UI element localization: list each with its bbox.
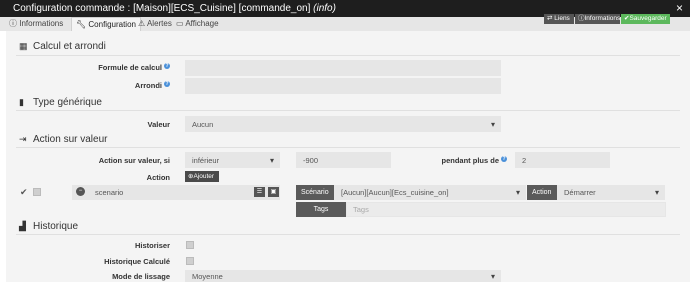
help-icon[interactable]: ? [164,63,170,69]
link-icon: ⇄ [547,15,553,22]
action-si-label: Action sur valeur, si [98,156,170,165]
valeur-select[interactable]: Aucun [185,116,501,132]
chart-icon: ▟ [19,221,26,231]
tab-label: Alertes [146,19,172,28]
help-icon[interactable]: ? [164,81,170,87]
display-icon: ▭ [176,19,184,28]
duration-input[interactable]: 2 [515,152,610,168]
tab-configuration[interactable]: 🔧︎ Configuration [71,17,141,31]
cube-icon[interactable]: ▣ [268,187,279,197]
mode-lissage-select[interactable]: Moyenne [185,270,501,282]
informations-button[interactable]: ⓘInformations [575,14,620,24]
tab-label: Configuration [88,20,136,29]
list-icon[interactable]: ☰ [254,187,265,197]
historiser-checkbox[interactable] [186,241,194,249]
divider [16,147,680,148]
tags-label: Tags [296,202,346,217]
tab-label: Affichage [185,19,219,28]
action-type-select[interactable]: Démarrer [557,185,665,200]
section-historique-title: ▟ Historique [19,221,79,232]
divider [16,55,680,56]
section-calcul-title: ▦ Calcul et arrondi [19,41,106,52]
formule-input[interactable] [185,60,501,76]
tab-label: Informations [19,19,64,28]
historiser-label: Historiser [134,241,170,250]
tab-informations[interactable]: ⓘ Informations [5,17,67,31]
informations-label: Informations [584,15,621,22]
formule-label: Formule de calcul? [98,63,170,72]
arrondi-input[interactable] [185,78,501,94]
warning-icon: ⚠ [138,19,146,28]
save-button[interactable]: ✔Sauvegarder [621,14,670,24]
window-title: Configuration commande : [Maison][ECS_Cu… [13,3,314,14]
close-icon[interactable]: × [676,0,683,17]
arrondi-label: Arrondi? [134,81,170,90]
help-icon[interactable]: ? [501,156,507,162]
section-action-title: ⇥ Action sur valeur [19,134,108,145]
info-icon: ⓘ [9,19,17,28]
action-label: Action [146,173,170,182]
operator-select[interactable]: inférieur [185,152,280,168]
divider [16,110,680,111]
divider [16,234,680,235]
threshold-input[interactable]: -900 [296,152,391,168]
remove-icon[interactable]: − [76,187,85,196]
enable-check-icon[interactable]: ✔ [20,187,28,198]
section-type-title: ▮ Type générique [19,97,102,108]
historique-calcule-label: Historique Calculé [104,257,170,266]
valeur-label: Valeur [147,120,170,129]
historique-calcule-checkbox[interactable] [186,257,194,265]
liens-label: Liens [554,15,570,22]
liens-button[interactable]: ⇄ Liens [544,14,574,24]
sign-out-icon: ⇥ [19,134,27,144]
tags-input[interactable]: Tags [346,202,666,217]
action-cmd-input[interactable]: scenario [72,185,280,200]
save-label: Sauvegarder [629,15,667,22]
duration-label: pendant plus de? [441,156,507,165]
table-icon: ▦ [19,41,28,51]
tab-alertes[interactable]: ⚠ Alertes [134,17,176,31]
add-action-button[interactable]: ⊕Ajouter [185,171,219,182]
action-type-label: Action [527,185,557,200]
wrench-icon: 🔧︎ [76,20,87,29]
scenario-select[interactable]: [Aucun][Aucun][Ecs_cuisine_on] [334,185,526,200]
scenario-label: Scénario [296,185,334,200]
building-icon: ▮ [19,97,24,107]
action-row-checkbox[interactable] [33,188,41,196]
mode-lissage-label: Mode de lissage [112,272,170,281]
tab-affichage[interactable]: ▭ Affichage [172,17,223,31]
window-title-info: (info) [313,3,336,14]
